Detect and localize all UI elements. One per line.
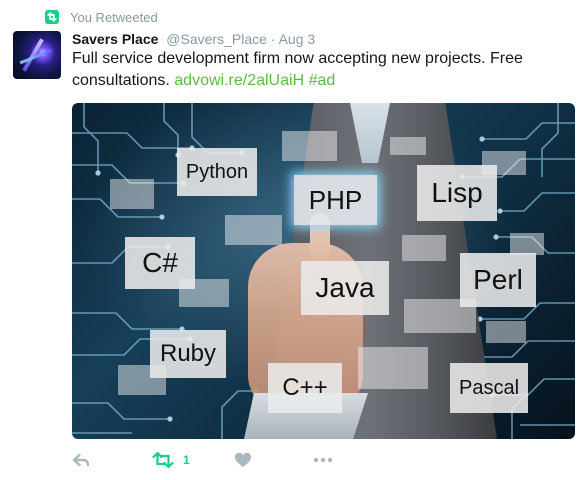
more-icon [313, 457, 333, 463]
reply-button[interactable] [72, 449, 90, 471]
blank-tile [402, 235, 446, 261]
retweet-icon [45, 10, 59, 24]
retweet-icon [152, 451, 174, 469]
tweet-link[interactable]: advowi.re/2alUaiH [174, 72, 304, 89]
tag-csharp: C# [125, 237, 195, 289]
avatar[interactable] [13, 31, 61, 79]
tweet-header: Savers Place @Savers_Place · Aug 3 [72, 30, 315, 48]
heart-icon [235, 452, 251, 467]
blank-tile [510, 233, 544, 255]
user-handle[interactable]: @Savers_Place [166, 31, 267, 47]
reply-icon [72, 453, 90, 467]
like-button[interactable] [234, 449, 252, 471]
tag-php: PHP [294, 175, 377, 225]
blank-tile [110, 179, 154, 209]
retweet-button[interactable]: 1 [152, 449, 190, 471]
more-button[interactable] [312, 449, 334, 471]
retweet-banner: You Retweeted [45, 8, 158, 26]
blank-tile [282, 131, 337, 161]
blank-tile [225, 215, 282, 245]
retweet-banner-text: You Retweeted [70, 9, 158, 25]
tag-cpp: C++ [268, 363, 342, 413]
blank-tile [486, 321, 526, 343]
tag-lisp: Lisp [417, 165, 497, 221]
retweet-count: 1 [183, 453, 190, 467]
tag-ruby: Ruby [150, 330, 226, 378]
tag-java: Java [301, 261, 389, 315]
tweet-text: Full service development firm now accept… [72, 48, 572, 92]
display-name[interactable]: Savers Place [72, 31, 158, 47]
tag-python: Python [177, 148, 257, 196]
tag-perl: Perl [460, 253, 536, 307]
blank-tile [358, 347, 428, 389]
hashtag-link[interactable]: #ad [309, 72, 336, 89]
tag-pascal: Pascal [450, 363, 528, 413]
separator-dot: · [270, 31, 276, 47]
timestamp[interactable]: Aug 3 [279, 31, 316, 47]
tweet-media-image[interactable]: Python PHP Lisp C# Java Perl Ruby C++ Pa… [72, 103, 575, 439]
tweet-actions: 1 [72, 449, 382, 471]
blank-tile [390, 137, 426, 155]
